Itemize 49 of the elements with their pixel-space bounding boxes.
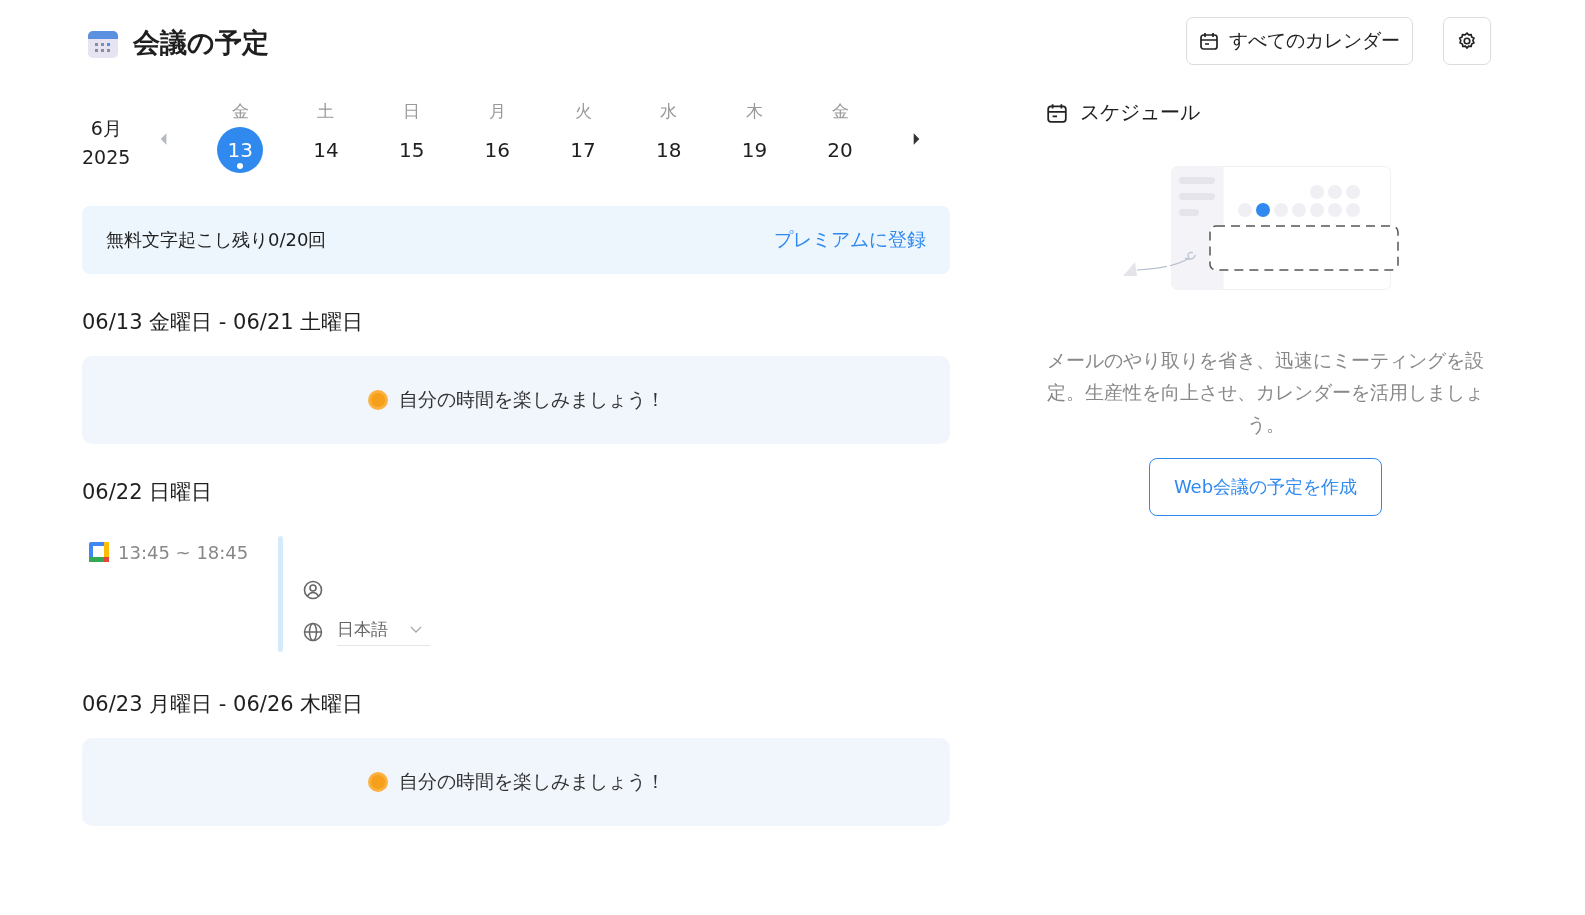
weekday-label: 金 bbox=[231, 99, 249, 123]
date-range-heading: 06/23 月曜日 - 06/26 木曜日 bbox=[82, 691, 365, 718]
weekday-label: 火 bbox=[574, 99, 592, 123]
day-item[interactable]: 月 16 bbox=[454, 99, 541, 173]
calendar-icon bbox=[1199, 31, 1219, 51]
all-calendars-button[interactable]: すべてのカレンダー bbox=[1186, 17, 1413, 65]
weekday-label: 土 bbox=[317, 99, 335, 123]
schedule-title: スケジュール bbox=[1080, 99, 1200, 126]
day-item[interactable]: 木 19 bbox=[711, 99, 798, 173]
day-item[interactable]: 日 15 bbox=[368, 99, 455, 173]
free-time-message: 自分の時間を楽しみましょう！ bbox=[399, 387, 665, 412]
date-number: 16 bbox=[483, 136, 512, 164]
google-calendar-icon bbox=[89, 542, 109, 562]
sun-icon bbox=[367, 771, 389, 793]
date-number: 19 bbox=[740, 136, 769, 164]
date-number: 18 bbox=[654, 136, 683, 164]
banner-text: 無料文字起こし残り0/20回 bbox=[106, 228, 327, 252]
date-range-heading: 06/22 日曜日 bbox=[82, 479, 214, 506]
page-title: 会議の予定 bbox=[133, 26, 269, 60]
date-number: 14 bbox=[312, 136, 340, 164]
day-item[interactable]: 土 14 bbox=[283, 99, 369, 173]
date-number: 17 bbox=[569, 136, 597, 164]
free-time-message: 自分の時間を楽しみましょう！ bbox=[399, 769, 665, 794]
day-item[interactable]: 火 17 bbox=[540, 99, 626, 173]
weekday-label: 金 bbox=[831, 99, 849, 123]
schedule-description: メールのやり取りを省き、迅速にミーティングを設定。生産性を向上させ、カレンダーを活用しましょう。 bbox=[1046, 348, 1485, 437]
weekday-label: 木 bbox=[745, 99, 763, 123]
date-range-heading: 06/13 金曜日 - 06/21 土曜日 bbox=[82, 309, 365, 336]
date-number: 13 bbox=[217, 126, 264, 173]
date-number: 20 bbox=[826, 136, 854, 164]
person-icon bbox=[303, 580, 323, 600]
day-item[interactable]: 金 13 bbox=[197, 99, 284, 173]
date-number: 15 bbox=[397, 136, 426, 164]
language-dropdown[interactable]: 日本語 bbox=[303, 618, 430, 646]
year-label: 2025 bbox=[82, 146, 131, 168]
settings-icon bbox=[1457, 31, 1477, 51]
sun-icon bbox=[367, 389, 389, 411]
settings-button[interactable] bbox=[1443, 17, 1491, 65]
day-item[interactable]: 水 18 bbox=[625, 99, 712, 173]
create-web-meeting-button[interactable]: Web会議の予定を作成 bbox=[1148, 458, 1383, 516]
weekday-label: 日 bbox=[403, 99, 421, 123]
weekday-label: 月 bbox=[488, 99, 506, 123]
globe-icon bbox=[303, 622, 323, 642]
event-time: 13:45 ~ 18:45 bbox=[118, 542, 249, 563]
chevron-down-icon bbox=[410, 625, 422, 634]
day-item[interactable]: 金 20 bbox=[797, 99, 883, 173]
month-label: 6月 bbox=[90, 116, 122, 141]
calendar-icon bbox=[1046, 101, 1068, 124]
weekday-label: 水 bbox=[660, 99, 678, 123]
